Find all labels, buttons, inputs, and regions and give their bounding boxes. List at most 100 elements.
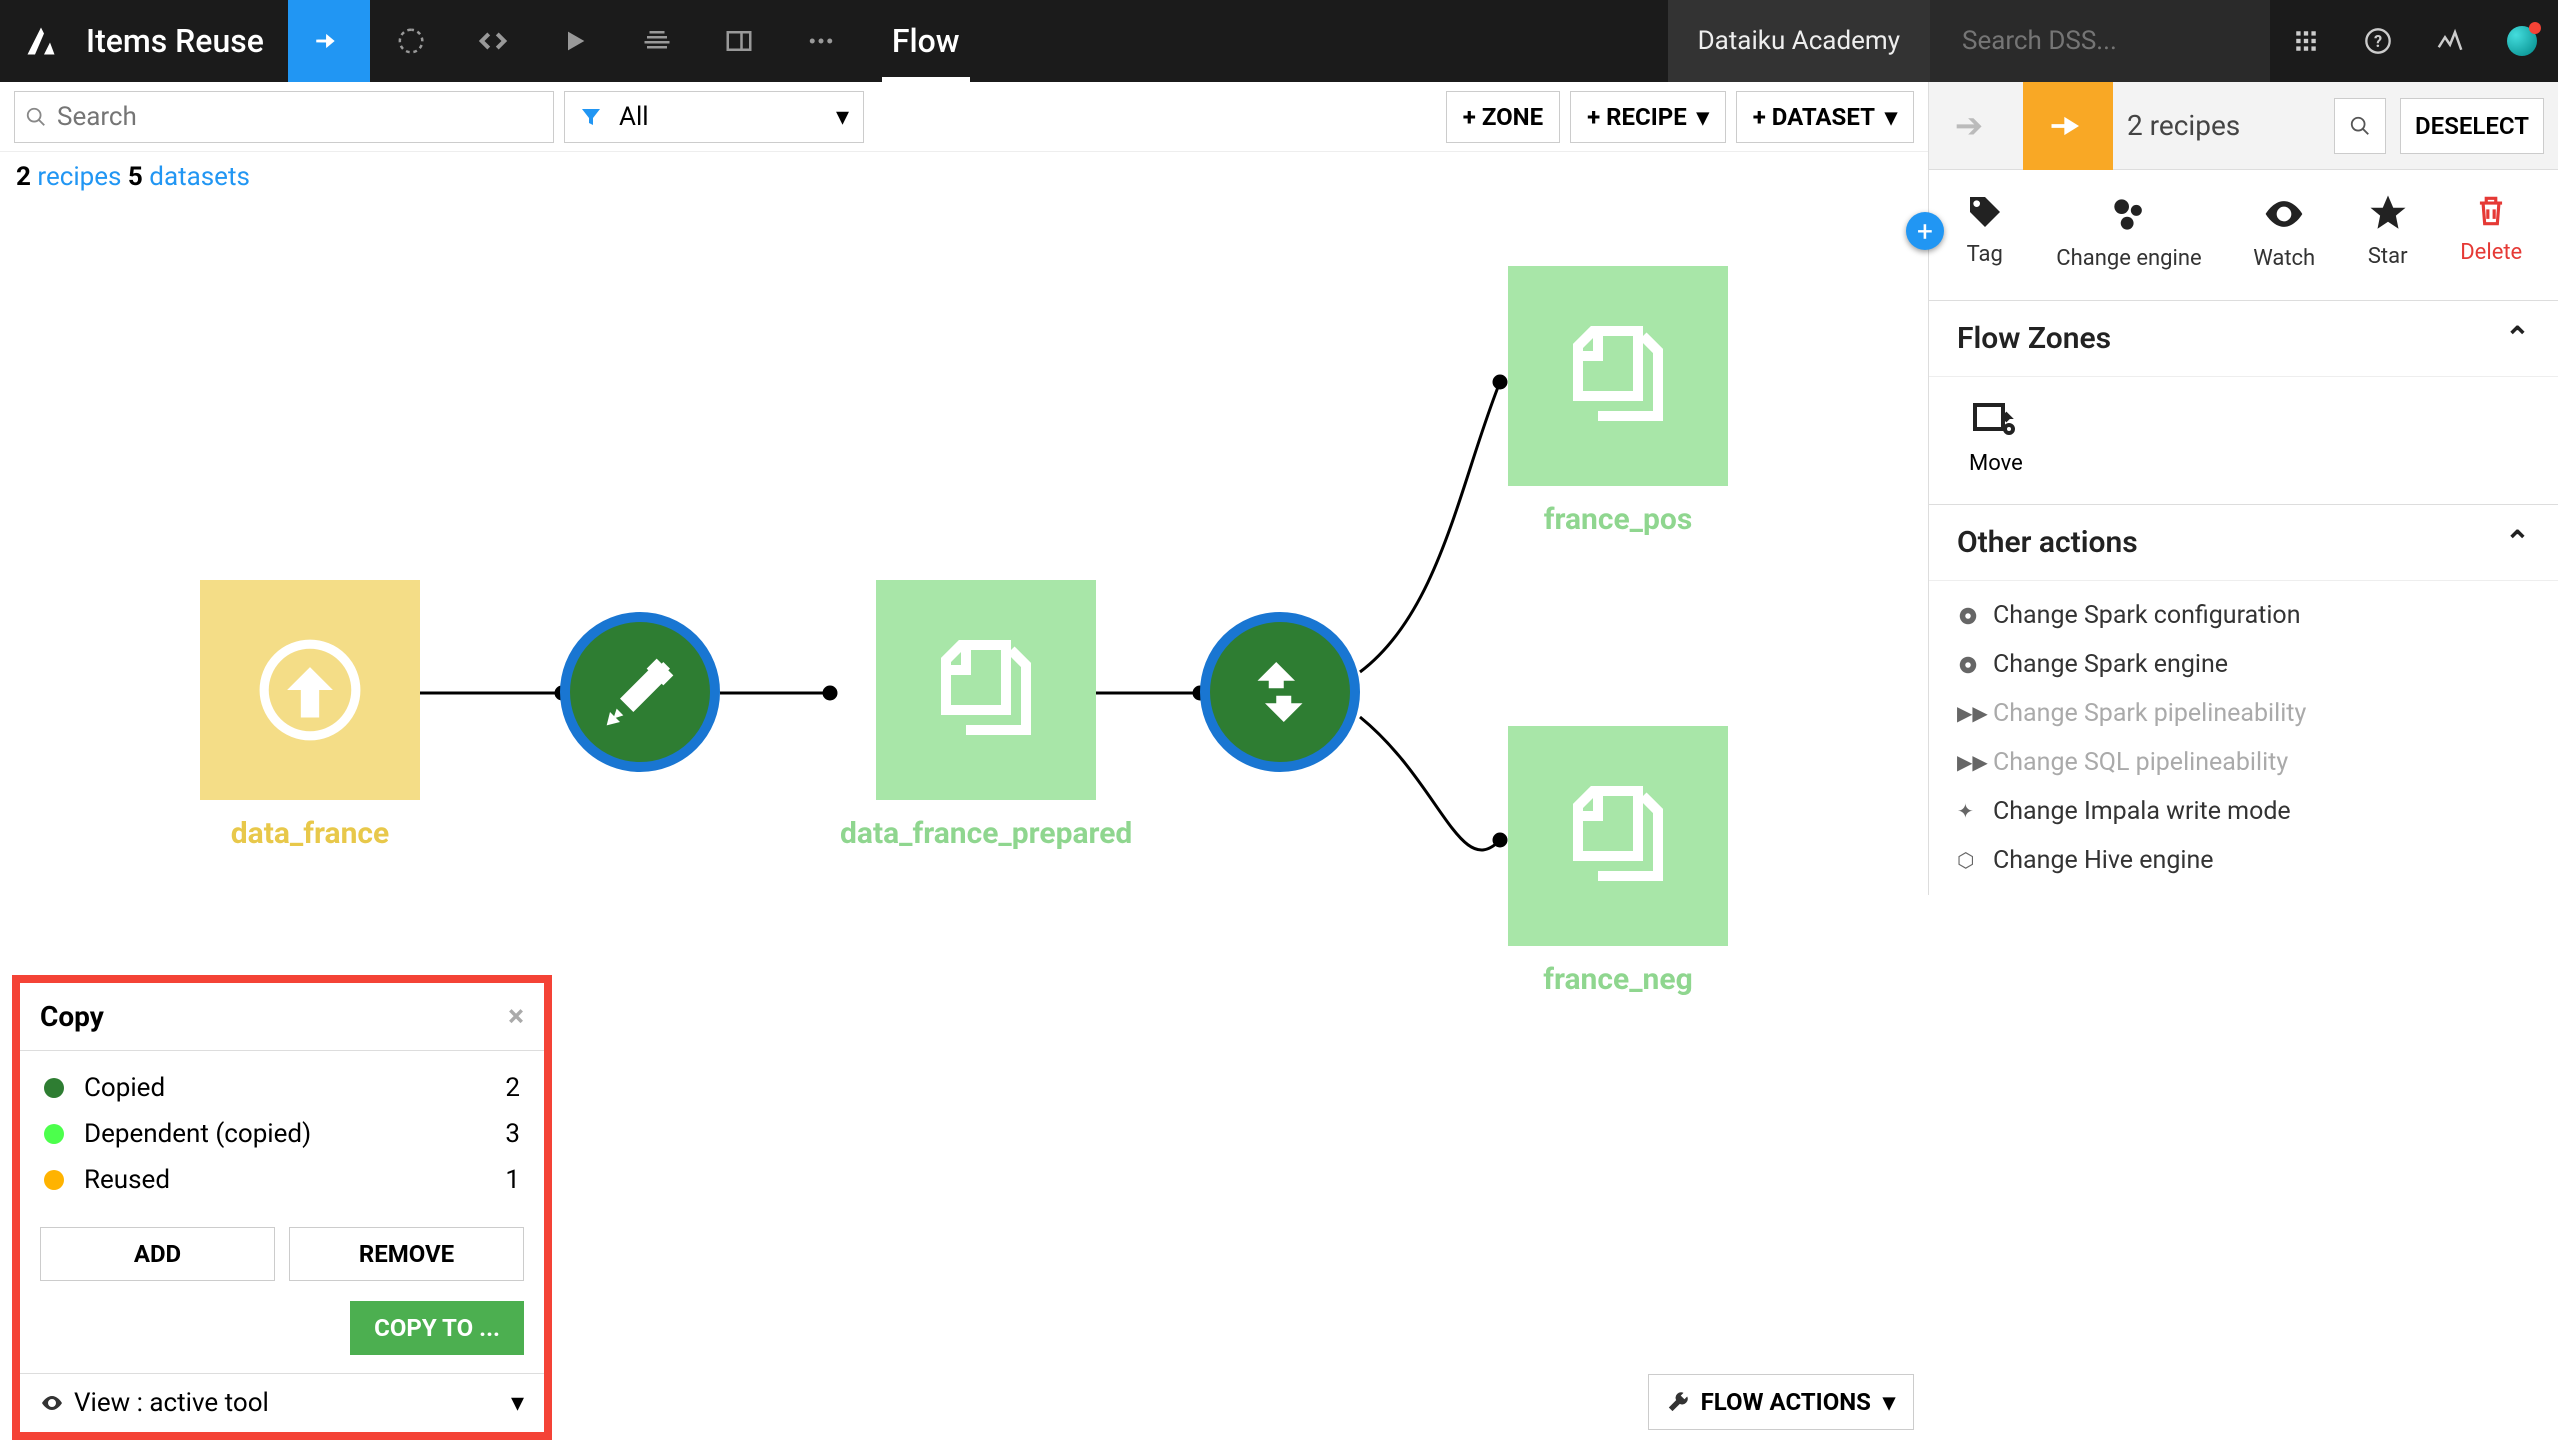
flow-actions-button[interactable]: FLOW ACTIONS ▾ <box>1648 1374 1914 1430</box>
change-engine-label: Change engine <box>2056 246 2201 272</box>
view-label: View : active tool <box>74 1388 269 1418</box>
academy-link[interactable]: Dataiku Academy <box>1668 0 1930 82</box>
flow-zones-label: Flow Zones <box>1957 321 2111 356</box>
stack-nav-icon[interactable] <box>616 0 698 82</box>
recipe-type-icon <box>2023 82 2113 170</box>
other-actions-label: Other actions <box>1957 525 2138 560</box>
delete-tool[interactable]: Delete <box>2460 192 2522 272</box>
legend-dot <box>44 1170 64 1190</box>
change-engine-tool[interactable]: Change engine <box>2056 192 2201 272</box>
global-search-input[interactable] <box>1962 26 2296 56</box>
flow-actions-label: FLOW ACTIONS <box>1701 1388 1871 1416</box>
watch-tool[interactable]: Watch <box>2253 192 2315 272</box>
other-action-item: ▶▶ Change SQL pipelineability <box>1957 738 2530 787</box>
other-action-item[interactable]: Change Spark configuration <box>1957 591 2530 640</box>
more-nav-icon[interactable] <box>780 0 862 82</box>
chevron-up-icon: ⌃ <box>2505 321 2530 356</box>
topbar: Items Reuse Flow Dataiku Academy ? <box>0 0 2558 82</box>
flow-canvas[interactable]: All ▾ + ZONE + RECIPE▾ + DATASET▾ 2 reci… <box>0 82 1928 1452</box>
remove-button[interactable]: REMOVE <box>289 1227 524 1281</box>
other-action-item[interactable]: ✦ Change Impala write mode <box>1957 787 2530 836</box>
dataset-data-france-prepared[interactable]: data_france_prepared <box>840 580 1132 851</box>
play-nav-icon[interactable] <box>534 0 616 82</box>
copy-panel-title: Copy <box>40 1000 104 1033</box>
global-search[interactable] <box>1930 0 2270 82</box>
other-actions-section[interactable]: Other actions ⌃ <box>1929 505 2558 581</box>
other-action-item[interactable]: ⬡ Change Hive engine <box>1957 836 2530 885</box>
legend-count: 3 <box>505 1119 520 1149</box>
circle-nav-icon[interactable] <box>370 0 452 82</box>
other-action-item: ▶▶ Change Spark pipelineability <box>1957 689 2530 738</box>
search-selection-button[interactable] <box>2334 98 2386 154</box>
legend-dot <box>44 1078 64 1098</box>
action-label: Change Spark engine <box>1993 650 2228 679</box>
project-title[interactable]: Items Reuse <box>82 0 288 82</box>
move-tool[interactable]: Move <box>1929 377 2558 505</box>
legend-count: 1 <box>505 1165 520 1195</box>
action-icon: ⬡ <box>1957 848 1983 873</box>
action-icon <box>1957 654 1983 676</box>
add-panel-button[interactable]: + <box>1906 212 1944 250</box>
activity-icon[interactable] <box>2414 0 2486 82</box>
action-label: Change Spark configuration <box>1993 601 2301 630</box>
dataset-label: data_france_prepared <box>840 816 1132 851</box>
close-icon[interactable]: × <box>508 999 524 1034</box>
dataset-france-neg[interactable]: france_neg <box>1508 726 1728 997</box>
flow-tab[interactable]: Flow <box>862 0 990 82</box>
collapse-arrow-icon[interactable]: ➔ <box>1929 106 2009 146</box>
flow-nav-icon[interactable] <box>288 0 370 82</box>
eye-icon <box>40 1391 64 1415</box>
action-label: Change Spark pipelineability <box>1993 699 2306 728</box>
action-icon: ✦ <box>1957 799 1983 824</box>
other-action-item[interactable]: Change Spark engine <box>1957 640 2530 689</box>
legend-label: Copied <box>84 1073 505 1103</box>
legend-row: Dependent (copied) 3 <box>44 1111 520 1157</box>
legend-dot <box>44 1124 64 1144</box>
legend-label: Dependent (copied) <box>84 1119 505 1149</box>
delete-label: Delete <box>2460 240 2522 265</box>
svg-text:?: ? <box>2374 32 2382 51</box>
recipe-split[interactable] <box>1200 612 1360 772</box>
panel-nav-icon[interactable] <box>698 0 780 82</box>
right-panel: ➔ 2 recipes DESELECT Tag Change engi <box>1928 82 2558 895</box>
apps-icon[interactable] <box>2270 0 2342 82</box>
action-label: Change Hive engine <box>1993 846 2214 875</box>
wrench-icon <box>1667 1391 1689 1413</box>
legend-count: 2 <box>505 1073 520 1103</box>
action-icon: ▶▶ <box>1957 701 1983 726</box>
tag-label: Tag <box>1967 242 2003 267</box>
chevron-down-icon: ▾ <box>511 1388 524 1418</box>
recipe-prepare[interactable] <box>560 612 720 772</box>
selection-count: 2 recipes <box>2127 109 2320 142</box>
chevron-up-icon: ⌃ <box>2505 525 2530 560</box>
action-label: Change SQL pipelineability <box>1993 748 2288 777</box>
flow-zones-section[interactable]: Flow Zones ⌃ <box>1929 301 2558 377</box>
copy-to-button[interactable]: COPY TO ... <box>350 1301 524 1355</box>
dataset-france-pos[interactable]: france_pos <box>1508 266 1728 537</box>
dataset-label: france_pos <box>1544 502 1693 537</box>
legend-row: Reused 1 <box>44 1157 520 1203</box>
view-dropdown[interactable]: View : active tool ▾ <box>20 1374 544 1432</box>
chevron-down-icon: ▾ <box>1883 1388 1895 1416</box>
legend-label: Reused <box>84 1165 505 1195</box>
move-label: Move <box>1969 451 2518 476</box>
action-label: Change Impala write mode <box>1993 797 2291 826</box>
dataset-label: france_neg <box>1543 962 1692 997</box>
copy-panel: Copy × Copied 2 Dependent (copied) 3 Reu… <box>12 975 552 1440</box>
move-icon <box>1969 395 2518 443</box>
code-nav-icon[interactable] <box>452 0 534 82</box>
add-button[interactable]: ADD <box>40 1227 275 1281</box>
dataset-data-france[interactable]: data_france <box>200 580 420 851</box>
user-avatar[interactable] <box>2486 0 2558 82</box>
action-icon: ▶▶ <box>1957 750 1983 775</box>
legend-row: Copied 2 <box>44 1065 520 1111</box>
star-label: Star <box>2368 244 2408 269</box>
help-icon[interactable]: ? <box>2342 0 2414 82</box>
deselect-button[interactable]: DESELECT <box>2400 98 2544 154</box>
star-tool[interactable]: Star <box>2367 192 2409 272</box>
watch-label: Watch <box>2253 246 2315 271</box>
dataset-label: data_france <box>231 816 389 851</box>
action-icon <box>1957 605 1983 627</box>
dataiku-logo[interactable] <box>0 0 82 82</box>
tag-tool[interactable]: Tag <box>1965 192 2005 272</box>
